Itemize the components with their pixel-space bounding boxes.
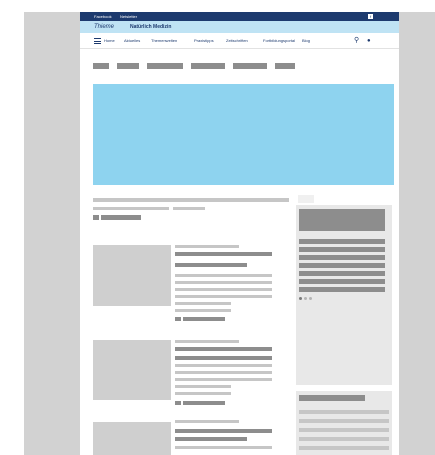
- article-excerpt: [175, 288, 272, 291]
- filter-chip[interactable]: [117, 63, 139, 69]
- sidebar-link[interactable]: [299, 271, 385, 276]
- sidebar-text: [299, 428, 389, 432]
- nav-item-fortbildungsportal[interactable]: Fortbildungsportal: [263, 37, 295, 45]
- sidebar-tab[interactable]: [298, 195, 314, 203]
- web-page: Facebook Netsletter f Thieme Natürlich M…: [80, 12, 399, 455]
- article-kicker: [175, 420, 239, 423]
- article-excerpt: [175, 385, 231, 388]
- sidebar-link[interactable]: [299, 263, 385, 268]
- sidebar-link[interactable]: [299, 287, 385, 292]
- sidebar-link[interactable]: [299, 279, 385, 284]
- section-label: [101, 215, 141, 220]
- article-tag[interactable]: [183, 401, 225, 405]
- nav-item-blog[interactable]: Blog: [302, 37, 310, 45]
- sidebar-heading: [299, 395, 365, 401]
- article-excerpt: [175, 371, 272, 374]
- section-subtitle: [93, 207, 169, 210]
- carousel-dot[interactable]: [309, 297, 312, 300]
- nav-item-themenwelten[interactable]: Themenwelten: [151, 37, 177, 45]
- section-divider: [93, 198, 289, 202]
- article-thumbnail[interactable]: [93, 340, 171, 400]
- filter-chip[interactable]: [233, 63, 267, 69]
- article-title[interactable]: [175, 252, 272, 256]
- article-tag[interactable]: [175, 401, 181, 405]
- filter-chip[interactable]: [275, 63, 295, 69]
- article-title[interactable]: [175, 437, 247, 441]
- sidebar-text: [299, 437, 389, 441]
- carousel-dot[interactable]: [304, 297, 307, 300]
- main-navigation: Home Aktuelles Themenwelten Praxistipps …: [80, 33, 399, 49]
- section-subtitle: [173, 207, 205, 210]
- article-title[interactable]: [175, 263, 247, 267]
- hero-banner[interactable]: [93, 84, 394, 185]
- sidebar-link[interactable]: [299, 255, 385, 260]
- article-excerpt: [175, 309, 231, 312]
- site-logo[interactable]: Thieme: [94, 24, 114, 31]
- top-link-newsletter[interactable]: Netsletter: [120, 13, 137, 20]
- filter-chip[interactable]: [191, 63, 225, 69]
- filter-chip[interactable]: [147, 63, 183, 69]
- sidebar-info-card: [296, 391, 392, 455]
- facebook-icon[interactable]: f: [368, 14, 373, 19]
- article-title[interactable]: [175, 347, 272, 351]
- sidebar-text: [299, 446, 389, 450]
- article-excerpt: [175, 446, 272, 449]
- article-title[interactable]: [175, 429, 272, 433]
- article-thumbnail[interactable]: [93, 422, 171, 455]
- article-thumbnail[interactable]: [93, 245, 171, 306]
- sidebar-link[interactable]: [299, 239, 385, 244]
- article-kicker: [175, 245, 239, 248]
- article-title[interactable]: [175, 356, 272, 360]
- nav-item-zeitschriften[interactable]: Zeitschriften: [226, 37, 248, 45]
- sidebar-text: [299, 410, 389, 414]
- article-excerpt: [175, 295, 272, 298]
- sidebar-teaser-card: [296, 205, 392, 385]
- site-tagline: Natürlich Medizin: [130, 24, 172, 30]
- top-utility-bar: Facebook Netsletter f: [80, 12, 399, 21]
- article-tag[interactable]: [175, 317, 181, 321]
- article-excerpt: [175, 392, 231, 395]
- sidebar-link[interactable]: [299, 247, 385, 252]
- sidebar-text: [299, 419, 389, 423]
- article-excerpt: [175, 281, 272, 284]
- filter-chip[interactable]: [93, 63, 109, 69]
- article-excerpt: [175, 302, 231, 305]
- nav-item-praxistipps[interactable]: Praxistipps: [194, 37, 214, 45]
- top-link-facebook[interactable]: Facebook: [94, 13, 112, 20]
- article-kicker: [175, 340, 239, 343]
- nav-item-home[interactable]: Home: [104, 37, 115, 45]
- article-excerpt: [175, 274, 272, 277]
- sidebar-heading: [299, 209, 385, 231]
- article-excerpt: [175, 364, 272, 367]
- hamburger-icon[interactable]: [94, 38, 101, 44]
- article-excerpt: [175, 378, 272, 381]
- carousel-dot-active[interactable]: [299, 297, 302, 300]
- article-tag[interactable]: [183, 317, 225, 321]
- section-label: [93, 215, 99, 220]
- user-icon[interactable]: ●: [367, 37, 371, 45]
- brand-bar: Thieme Natürlich Medizin: [80, 21, 399, 33]
- search-icon[interactable]: ⚲: [354, 37, 359, 45]
- nav-item-aktuelles[interactable]: Aktuelles: [124, 37, 140, 45]
